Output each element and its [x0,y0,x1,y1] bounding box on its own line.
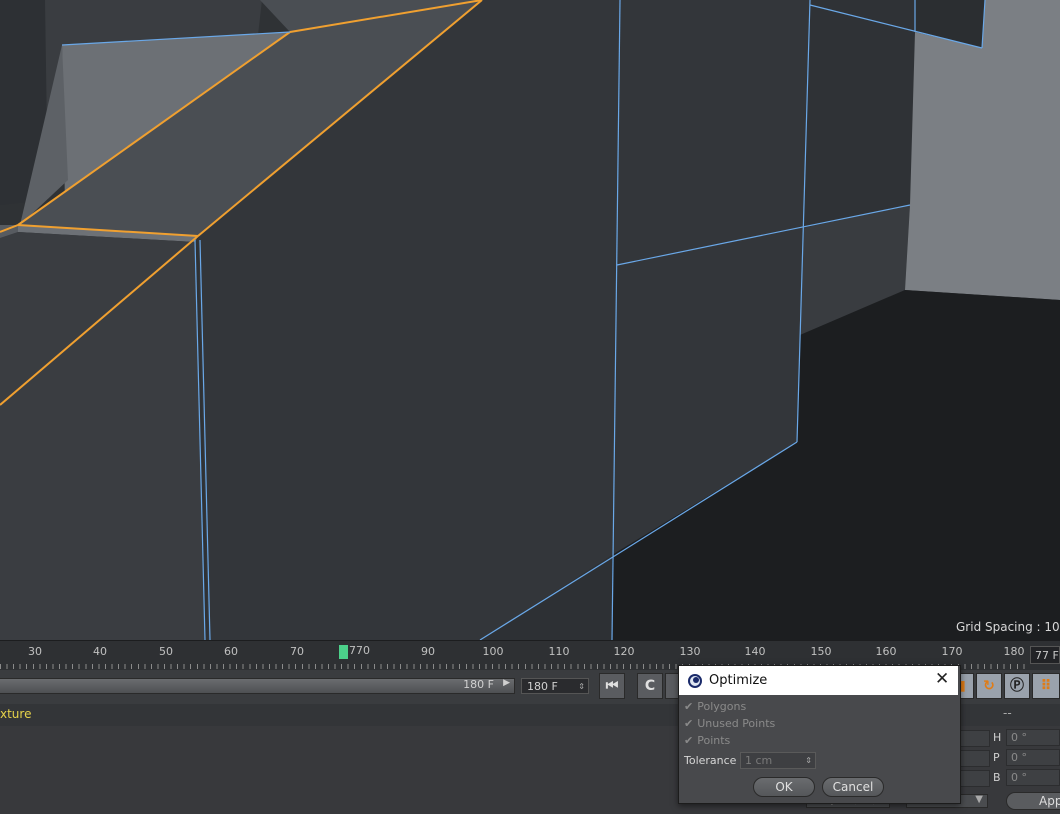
range-end-label: 180 F [463,678,494,691]
range-arrow-icon: ▶ [503,678,510,688]
grid-spacing-label: Grid Spacing : 100 cm [956,620,1060,634]
tolerance-label: Tolerance [684,754,737,767]
tolerance-field[interactable]: 1 cm ⇕ [740,752,816,769]
key-position-button[interactable]: Ⓟ [1004,673,1030,699]
h-label: H [993,731,1002,744]
tick-label: 40 [93,645,107,658]
p-label: P [993,751,1000,764]
tick-label: 150 [810,645,832,658]
check-icon: ✔ [684,700,694,713]
close-icon[interactable]: ✕ [935,671,949,688]
tick-label: 60 [224,645,238,658]
texture-tab[interactable]: xture [0,707,31,721]
frame-range-slider[interactable]: 180 F ▶ [0,678,515,694]
key-point-level-button[interactable]: ⠿ [1032,673,1060,699]
current-frame: 77 [349,644,363,657]
dialog-title-bar[interactable]: Optimize ✕ [679,666,958,695]
tick-label: 180 [1003,645,1025,658]
tick-label: 70 [290,645,304,658]
size-z-field[interactable] [958,770,990,787]
key-rotation-button[interactable]: ↻ [976,673,1002,699]
record-button[interactable]: C [637,673,663,699]
optimize-dialog: Optimize ✕ ✔ Polygons ✔ Unused Points ✔ Poi… [678,665,961,804]
tick-label: 120 [613,645,635,658]
check-icon: ✔ [684,717,694,730]
end-frame-field[interactable]: 180 F ⇕ [521,678,589,694]
check-icon: ✔ [684,734,694,747]
checkbox-label: Polygons [697,700,747,713]
record-icon: C [644,678,656,694]
position-icon: Ⓟ [1010,678,1024,694]
tick-label: 90 [421,645,435,658]
tick-label: 170 [941,645,963,658]
points-checkbox[interactable]: ✔ Points [684,734,730,747]
dialog-title: Optimize [709,673,768,688]
spinner-icon[interactable]: ⇕ [805,753,812,768]
frame-suffix: 0 [363,644,370,657]
spinner-icon[interactable]: ⇕ [578,679,585,695]
playhead-marker[interactable] [339,645,348,659]
tick-label: 50 [159,645,173,658]
viewport-scene [0,0,1060,640]
chevron-down-icon: ▼ [975,794,983,805]
tick-label: 100 [482,645,504,658]
checkbox-label: Unused Points [697,717,776,730]
current-frame-field[interactable]: 77 F [1030,646,1060,664]
cinema4d-logo-icon [688,674,702,688]
unused-points-checkbox[interactable]: ✔ Unused Points [684,717,775,730]
ok-button[interactable]: OK [753,777,815,797]
apply-button[interactable]: Apply [1006,792,1060,810]
tick-label: 30 [28,645,42,658]
cancel-button[interactable]: Cancel [822,777,884,797]
playhead-frame-label: 770 [349,644,370,657]
point-grid-icon: ⠿ [1040,678,1052,694]
polygons-checkbox[interactable]: ✔ Polygons [684,700,746,713]
p-field[interactable]: 0 ° [1006,749,1060,766]
b-field[interactable]: 0 ° [1006,769,1060,786]
3d-viewport[interactable]: Grid Spacing : 100 cm [0,0,1060,640]
goto-start-icon: ⏮ [605,678,619,694]
b-label: B [993,771,1001,784]
prev-key-button[interactable] [665,673,679,699]
size-y-field[interactable] [958,750,990,767]
goto-start-button[interactable]: ⏮ [599,673,625,699]
checkbox-label: Points [697,734,731,747]
dashes-label: -- [1003,706,1012,720]
rotation-icon: ↻ [983,678,995,694]
tick-label: 160 [875,645,897,658]
tick-label: 140 [744,645,766,658]
tick-label: 130 [679,645,701,658]
end-frame-value: 180 F [527,680,558,693]
size-x-field[interactable] [958,730,990,747]
h-field[interactable]: 0 ° [1006,729,1060,746]
tolerance-value: 1 cm [745,754,773,767]
tick-label: 110 [548,645,570,658]
